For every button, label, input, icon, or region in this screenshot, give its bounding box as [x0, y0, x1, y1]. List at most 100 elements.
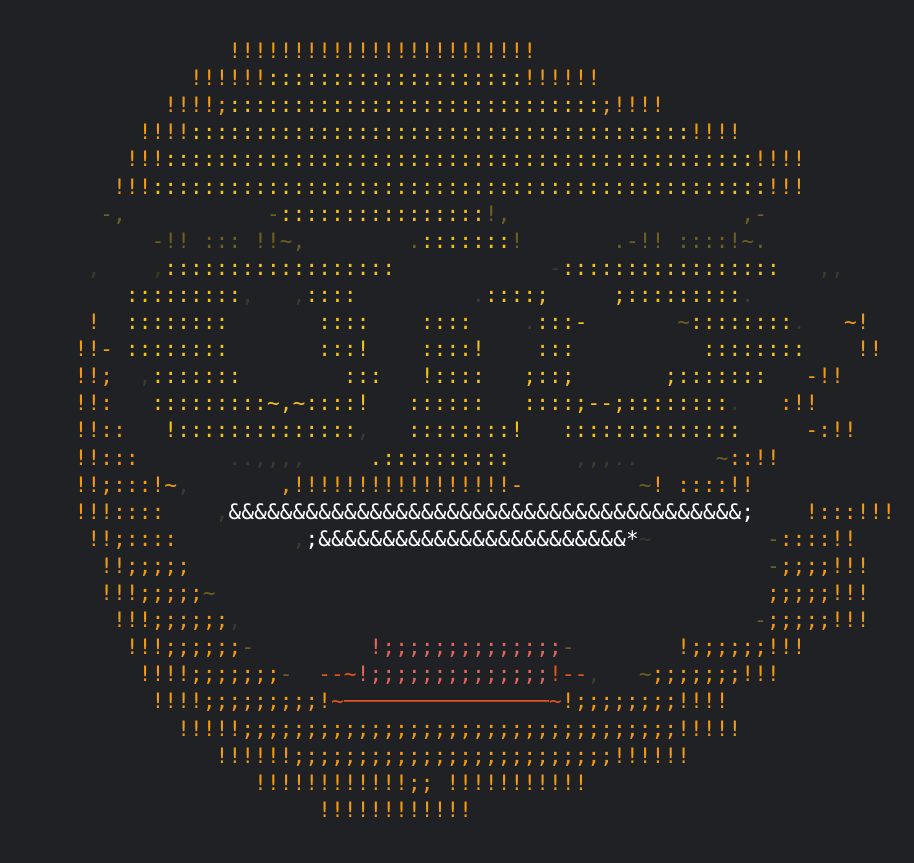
ascii-row: !!;:::!~, ,!!!!!!!!!!!!!!!!!- ~! ::::!!: [49, 472, 754, 498]
ascii-segment-teeth: ;&&&&&&&&&&&&&&&&&&&&&&&&*: [305, 526, 639, 551]
ascii-row: !!!!;;;;;;;;;!~────────────────~!;;;;;;;…: [49, 688, 729, 714]
ascii-segment-face: ::::: [305, 282, 357, 307]
ascii-segment-rim: !!!;;;;;;: [49, 635, 242, 660]
ascii-segment-faint: [741, 418, 767, 442]
ascii-segment-rim: !;;;;;;;;!!!!: [561, 689, 729, 714]
ascii-segment-face: :::: ::::: [318, 310, 524, 334]
ascii-segment-rim: !:::!!!: [805, 499, 896, 524]
ascii-segment-face: ::::::::: [702, 337, 806, 362]
ascii-segment-rim: ;;;;;!!!: [767, 608, 870, 633]
ascii-segment-rim: ::!!: [728, 445, 780, 470]
ascii-segment-faint: [113, 391, 139, 415]
ascii-segment-rim: !!!: [49, 147, 165, 172]
ascii-segment-faint: [216, 581, 767, 605]
ascii-segment-shadow: -: [241, 635, 255, 660]
ascii-segment-rim: !!!;;;;;;: [49, 608, 229, 633]
ascii-segment-rim: !: [49, 310, 101, 334]
ascii-segment-rim: !!!: [767, 174, 806, 199]
ascii-segment-face: ::::;: [484, 282, 550, 307]
ascii-row: !!!!;;;;;;;- --~!;;;;;;;;;;;;;;!--, ~;;;…: [49, 661, 780, 687]
ascii-row: !!!!!!;;;;;;;;;;;;;;;;;;;;;;;;;!!!!!!: [49, 743, 690, 769]
ascii-row: !!;;;;; -;;;;!!!: [49, 553, 870, 579]
ascii-segment-rim: !!;:::!~: [49, 472, 178, 497]
ascii-segment-faint: ,,: [779, 255, 844, 280]
ascii-segment-faint: -: [395, 255, 562, 280]
ascii-segment-faint: [754, 500, 805, 524]
ascii-segment-teeth: &&&&&&&&&&&&&&&&&&&&&&&&&&&&&&&&&&&&&&&&…: [228, 499, 755, 524]
ascii-row: !!!;;;;;~ ;;;;;!!!: [49, 580, 870, 606]
ascii-segment-face: ::::::::::::::::::::::::::::::::::::::::…: [151, 174, 767, 199]
ascii-segment-faint: ,,,..: [510, 445, 639, 470]
ascii-segment-rim: !!!!: [690, 120, 742, 145]
ascii-segment-rim: !!!!!!!!!!!!: [49, 797, 473, 822]
ascii-segment-shadow: -!! ::: !!~, .: [49, 228, 421, 253]
ascii-row: -, -::::::::::::::::!, ,-: [49, 201, 767, 227]
ascii-segment-face: ;:::::::: [664, 364, 768, 389]
ascii-segment-faint: .: [356, 282, 485, 307]
ascii-segment-faint: .: [728, 391, 742, 416]
ascii-segment-faint: .: [741, 282, 755, 307]
ascii-segment-faint: [190, 554, 767, 578]
ascii-row: !!!!::::::::::::::::::::::::::::::::::::…: [49, 119, 741, 145]
ascii-segment-shadow: -: [767, 526, 780, 551]
ascii-segment-rim: !!;: [49, 364, 114, 389]
ascii-row: !!!!;:::::::::::::::::::::::::::::;!!!!: [49, 92, 664, 118]
ascii-row: !!: :::::::::~,~::::! :::::: ::::;--;:::…: [49, 390, 818, 416]
ascii-row: !!;:::: ,;&&&&&&&&&&&&&&&&&&&&&&&&*~ -::…: [49, 526, 857, 552]
ascii-segment-faint: .: [523, 310, 537, 334]
ascii-segment-face: ::::::::::::::::::::::::::::::::::::::::…: [164, 147, 755, 172]
ascii-segment-faint: [254, 635, 369, 659]
ascii-segment-faint: ,: [177, 526, 306, 551]
ascii-segment-face: :::-: [536, 310, 588, 334]
ascii-segment-rim: ;;;;;!!!: [767, 581, 870, 605]
ascii-row: :::::::::, ,:::: .::::; ;:::::::::.: [49, 282, 754, 308]
ascii-row: !!!!!!!!!!!!!!!!!!!!!!!!: [49, 38, 536, 64]
ascii-segment-rim: !;;;;;;!!!: [677, 635, 806, 660]
ascii-segment-faint: [575, 337, 703, 361]
ascii-segment-face: ::::::::: [113, 337, 229, 362]
ascii-segment-rim: !!!!!!!!!!!!!!!!!!!!!!!!: [49, 39, 537, 63]
ascii-row: !!!:::::::::::::::::::::::::::::::::::::…: [49, 174, 805, 200]
ascii-art-grinning-face: !!!!!!!!!!!!!!!!!!!!!!!! !!!!!!:::::::::…: [0, 0, 914, 863]
ascii-segment-faint: ,: [356, 418, 370, 443]
ascii-segment-rim: !!!!: [754, 147, 806, 172]
ascii-segment-shadow: -: [279, 662, 293, 687]
ascii-segment-rim: !!:: [49, 391, 114, 416]
ascii-segment-rim: ;;;;;;;!!!: [651, 662, 780, 687]
ascii-segment-rim: ::::!!: [779, 526, 857, 551]
ascii-segment-face: ::::::::::::::::::::: [266, 66, 524, 91]
ascii-segment-faint: [229, 310, 319, 334]
ascii-segment-rim: !!!: [49, 174, 152, 199]
ascii-segment-face: :::::::: [151, 364, 242, 389]
ascii-segment-mouth_line: !--: [549, 662, 588, 687]
ascii-row: !!::: ..,,,, .:::::::::: ,,,.. ~::!!: [49, 445, 780, 471]
ascii-row: !!!!!!::::::::::::::::::::!!!!!!: [49, 65, 600, 91]
ascii-row: !!!!!;;;;;;;;;;;;;;;;;;;;;;;;;;;;;;;;;;!…: [49, 716, 741, 742]
ascii-segment-face: :::::::::~,~::::! :::::: ::::;--;:::::::…: [138, 391, 729, 416]
ascii-segment-rim: !!-: [49, 337, 114, 362]
ascii-row: !!!!!!!!!!!!;; !!!!!!!!!!!: [49, 770, 588, 796]
ascii-segment-rim: !!!!: [49, 120, 191, 145]
ascii-segment-faint: ,: [113, 364, 152, 389]
ascii-segment-rim: -:!!: [767, 418, 857, 443]
ascii-segment-shadow: ~: [202, 581, 216, 605]
ascii-segment-shadow: ~: [638, 472, 652, 497]
ascii-segment-rim: !!!!!!: [49, 66, 267, 91]
ascii-segment-lips: !;;;;;;;;;;;;;;: [356, 662, 550, 687]
ascii-segment-shadow: -: [754, 608, 767, 633]
ascii-segment-faint: .: [792, 310, 806, 334]
ascii-segment-face: :::! ::::! :::: [318, 337, 575, 362]
ascii-segment-shadow: !, ,-: [484, 201, 767, 226]
ascii-row: !!!!!!!!!!!!: [49, 797, 472, 823]
ascii-segment-rim: !!:::: [49, 445, 139, 470]
ascii-row: !!; ,::::::: ::: !:::: ;::; ;::::::: -!!: [49, 363, 844, 389]
ascii-segment-rim: ! ::::!!: [651, 472, 755, 497]
ascii-segment-faint: ,: [164, 499, 229, 524]
ascii-row: !!!:::: ,&&&&&&&&&&&&&&&&&&&&&&&&&&&&&&&…: [49, 499, 895, 525]
ascii-segment-faint: [549, 283, 613, 307]
ascii-segment-faint: ..,,,,: [138, 445, 370, 470]
ascii-segment-face: ::::::::::::::::: [279, 201, 485, 226]
ascii-segment-face: ;:::::::::: [613, 282, 742, 307]
ascii-row: !!- :::::::: :::! ::::! ::: :::::::: !!: [49, 336, 883, 362]
ascii-segment-mouth_line: ────────────────: [343, 689, 550, 714]
